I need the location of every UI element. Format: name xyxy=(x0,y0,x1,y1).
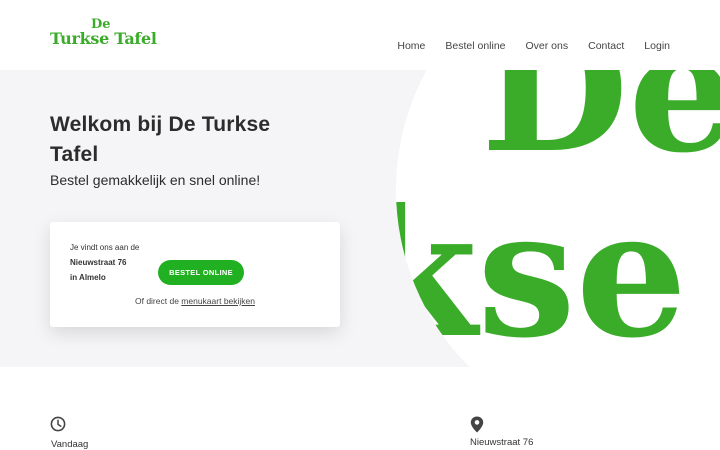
address-intro: Je vindt ons aan de xyxy=(70,243,140,252)
brand-logo[interactable]: De Turkse Tafel xyxy=(50,18,157,50)
nav-bestel-online[interactable]: Bestel online xyxy=(445,40,505,52)
location-card: Je vindt ons aan de Nieuwstraat 76 in Al… xyxy=(50,222,340,327)
menu-link[interactable]: menukaart bekijken xyxy=(181,296,255,306)
address-city: in Almelo xyxy=(70,273,106,282)
address-block: Je vindt ons aan de Nieuwstraat 76 in Al… xyxy=(70,240,139,285)
logo-name: Turkse Tafel xyxy=(50,29,157,48)
main-nav: Home Bestel online Over ons Contact Logi… xyxy=(397,40,670,52)
hero-art-bottom: kse xyxy=(396,172,687,367)
hero-logo-image: De kse xyxy=(396,70,720,367)
order-online-button[interactable]: BESTEL ONLINE xyxy=(158,260,244,285)
hero-subtitle: Bestel gemakkelijk en snel online! xyxy=(50,172,261,188)
menu-link-line: Of direct de menukaart bekijken xyxy=(50,296,340,306)
map-pin-icon xyxy=(470,416,484,433)
nav-contact[interactable]: Contact xyxy=(588,40,624,52)
nav-login[interactable]: Login xyxy=(644,40,670,52)
nav-over-ons[interactable]: Over ons xyxy=(526,40,569,52)
location-address: Nieuwstraat 76 xyxy=(470,437,534,448)
hero-title: Welkom bij De Turkse Tafel xyxy=(50,113,271,166)
hero-section: De kse Welkom bij De Turkse Tafel Bestel… xyxy=(0,70,720,367)
hero-logo-art: De kse xyxy=(396,70,720,367)
clock-icon xyxy=(50,416,66,432)
menu-link-prefix: Of direct de xyxy=(134,296,179,306)
site-header: De Turkse Tafel Home Bestel online Over … xyxy=(0,0,720,70)
opening-hours-label: Vandaag xyxy=(51,439,89,450)
nav-home[interactable]: Home xyxy=(397,40,425,52)
address-street: Nieuwstraat 76 xyxy=(70,258,127,267)
